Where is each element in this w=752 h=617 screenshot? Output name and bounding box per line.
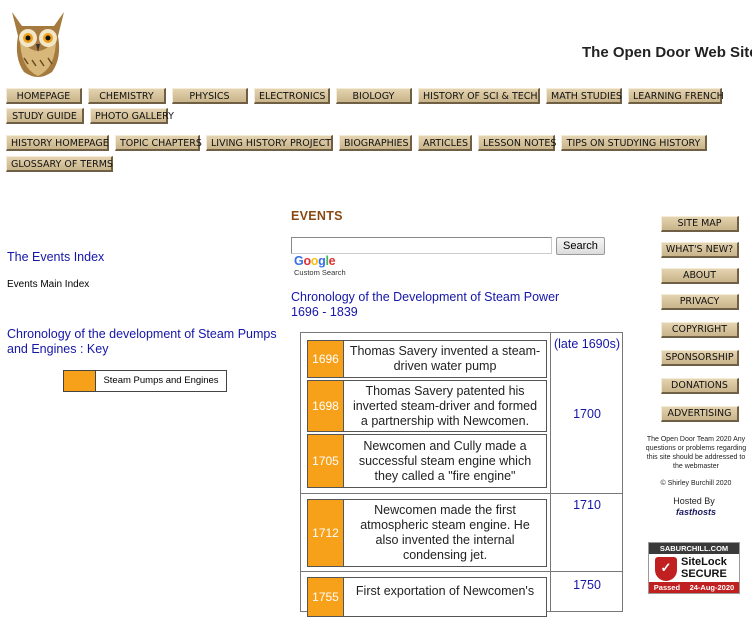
history-nav-row2: GLOSSARY OF TERMS xyxy=(6,156,113,172)
nav-physics[interactable]: PHYSICS xyxy=(172,88,248,104)
nav-history-of-sci-tech[interactable]: HISTORY OF SCI & TECH xyxy=(418,88,540,104)
event-row: 1755 First exportation of Newcomen's xyxy=(307,577,547,617)
legend: Steam Pumps and Engines xyxy=(63,370,227,392)
nav-biology[interactable]: BIOLOGY xyxy=(336,88,412,104)
hosted-by-label: Hosted By xyxy=(673,496,715,506)
privacy-button[interactable]: PRIVACY xyxy=(661,294,739,310)
copyright-text: © Shirley Burchill 2020 xyxy=(660,480,732,487)
nav-articles[interactable]: ARTICLES xyxy=(418,135,472,151)
event-text: Newcomen and Cully made a successful ste… xyxy=(358,438,532,483)
nav-history-homepage[interactable]: HISTORY HOMEPAGE xyxy=(6,135,109,151)
nav-electronics[interactable]: ELECTRONICS xyxy=(254,88,330,104)
lock-icon: ✓ xyxy=(655,557,677,581)
sitelock-brand: SiteLock xyxy=(681,556,727,568)
nav-tips-on-studying-history[interactable]: TIPS ON STUDYING HISTORY xyxy=(561,135,707,151)
history-nav: HISTORY HOMEPAGE TOPIC CHAPTERS LIVING H… xyxy=(6,135,707,151)
event-year: 1755 xyxy=(308,578,344,616)
sitelock-domain: SABURCHILL.COM xyxy=(649,543,739,554)
copyright-button[interactable]: COPYRIGHT xyxy=(661,322,739,338)
era-label[interactable]: 1710 xyxy=(552,498,622,513)
event-row: 1698 Thomas Savery patented his inverted… xyxy=(307,380,547,432)
team-text: The Open Door Team 2020 Any questions or… xyxy=(645,436,747,470)
sitelock-date: 24-Aug-2020 xyxy=(689,583,735,592)
key-title: Chronology of the development of Steam P… xyxy=(7,327,277,356)
event-row: 1705 Newcomen and Cully made a successfu… xyxy=(307,434,547,488)
sponsorship-button[interactable]: SPONSORSHIP xyxy=(661,350,739,366)
event-text: Thomas Savery patented his inverted stea… xyxy=(352,383,538,428)
events-index-link[interactable]: The Events Index xyxy=(7,250,104,264)
site-title: The Open Door Web Site xyxy=(582,44,752,61)
owl-logo[interactable] xyxy=(6,8,70,82)
event-text: First exportation of Newcomen's xyxy=(355,584,535,598)
event-year: 1705 xyxy=(308,435,344,487)
event-row: 1712 Newcomen made the first atmospheric… xyxy=(307,499,547,567)
search-button[interactable]: Search xyxy=(556,237,605,255)
google-logo: Google xyxy=(294,254,336,268)
chronology-years[interactable]: 1696 - 1839 xyxy=(291,305,591,320)
advertising-button[interactable]: ADVERTISING xyxy=(661,406,739,422)
nav-math-studies[interactable]: MATH STUDIES xyxy=(546,88,622,104)
era-label[interactable]: (late 1690s) xyxy=(552,337,622,352)
nav-homepage[interactable]: HOMEPAGE xyxy=(6,88,82,104)
legend-label: Steam Pumps and Engines xyxy=(103,375,219,386)
era-label[interactable]: 1750 xyxy=(552,578,622,593)
sitelock-status: Passed 24-Aug-2020 xyxy=(649,582,739,593)
nav-chemistry[interactable]: CHEMISTRY xyxy=(88,88,166,104)
nav-photo-gallery[interactable]: PHOTO GALLERY xyxy=(90,108,174,124)
event-text: Thomas Savery invented a steam-driven wa… xyxy=(349,344,541,373)
nav-living-history-project[interactable]: LIVING HISTORY PROJECT xyxy=(206,135,333,151)
era-label[interactable]: 1700 xyxy=(552,407,622,422)
search-input[interactable] xyxy=(291,237,552,254)
page-heading: EVENTS xyxy=(291,209,343,223)
main-nav-row2: STUDY GUIDE PHOTO GALLERY xyxy=(6,108,174,124)
event-year: 1712 xyxy=(308,500,344,566)
site-map-button[interactable]: SITE MAP xyxy=(661,216,739,232)
table-row-divider xyxy=(301,571,622,572)
table-row-divider xyxy=(301,493,622,494)
event-text: Newcomen made the first atmospheric stea… xyxy=(360,503,530,562)
about-button[interactable]: ABOUT xyxy=(661,268,739,284)
host-logo[interactable]: fasthosts xyxy=(676,507,716,517)
chronology-title-text[interactable]: Chronology of the Development of Steam P… xyxy=(291,290,591,305)
event-year: 1696 xyxy=(308,341,344,377)
whats-new-button[interactable]: WHAT'S NEW? xyxy=(661,242,739,258)
nav-learning-french[interactable]: LEARNING FRENCH xyxy=(628,88,724,104)
nav-topic-chapters[interactable]: TOPIC CHAPTERS xyxy=(115,135,202,151)
chronology-title[interactable]: Chronology of the Development of Steam P… xyxy=(291,290,591,320)
nav-study-guide[interactable]: STUDY GUIDE xyxy=(6,108,84,124)
legend-swatch xyxy=(64,371,96,391)
table-column-divider xyxy=(550,333,551,611)
main-nav: HOMEPAGE CHEMISTRY PHYSICS ELECTRONICS B… xyxy=(6,88,724,104)
sitelock-passed: Passed xyxy=(653,583,681,592)
nav-biographies[interactable]: BIOGRAPHIES xyxy=(339,135,412,151)
sitelock-badge[interactable]: SABURCHILL.COM ✓ SiteLock SECURE Passed … xyxy=(648,542,740,594)
events-main-index-link[interactable]: Events Main Index xyxy=(7,279,89,290)
chronology-table: 1696 Thomas Savery invented a steam-driv… xyxy=(300,332,623,617)
sitelock-secure: SECURE xyxy=(681,568,727,580)
custom-search-label: Custom Search xyxy=(294,268,346,277)
nav-glossary-of-terms[interactable]: GLOSSARY OF TERMS xyxy=(6,156,113,172)
event-row: 1696 Thomas Savery invented a steam-driv… xyxy=(307,340,547,378)
event-year: 1698 xyxy=(308,381,344,431)
nav-lesson-notes[interactable]: LESSON NOTES xyxy=(478,135,556,151)
donations-button[interactable]: DONATIONS xyxy=(661,378,739,394)
